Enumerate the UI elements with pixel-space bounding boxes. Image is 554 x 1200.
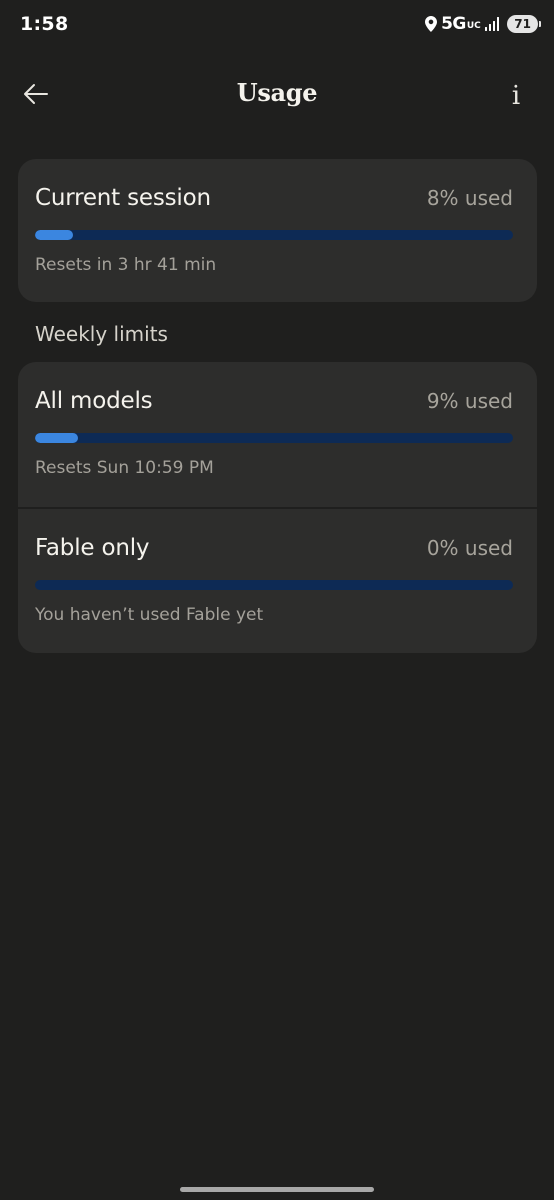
fable-only-header: Fable only 0% used: [35, 535, 513, 561]
page-title: Usage: [236, 78, 318, 107]
current-session-progress-track: [35, 230, 513, 240]
all-models-reset: Resets Sun 10:59 PM: [35, 458, 214, 478]
current-session-title: Current session: [35, 185, 211, 211]
status-icons: 5G UC 71: [425, 14, 541, 34]
all-models-title: All models: [35, 388, 153, 414]
current-session-reset: Resets in 3 hr 41 min: [35, 255, 217, 275]
fable-only-progress-track: [35, 580, 513, 590]
all-models-used: 9% used: [426, 389, 513, 413]
current-session-header: Current session 8% used: [35, 185, 513, 211]
info-button[interactable]: i: [500, 80, 532, 112]
info-icon: i: [511, 81, 521, 111]
all-models-progress-track: [35, 433, 513, 443]
current-session-used: 8% used: [426, 186, 513, 210]
current-session-progress-fill: [35, 230, 74, 240]
app-header: Usage i: [0, 68, 554, 124]
network-subtype: UC: [466, 21, 481, 31]
weekly-limits-label: Weekly limits: [35, 322, 168, 346]
all-models-header: All models 9% used: [35, 388, 513, 414]
status-bar: 1:58 5G UC 71: [0, 0, 554, 52]
network-type: 5G: [441, 14, 466, 34]
location-pin-icon: [425, 16, 438, 32]
fable-only-used: 0% used: [426, 536, 513, 560]
home-indicator[interactable]: [180, 1187, 374, 1192]
all-models-progress-fill: [35, 433, 79, 443]
status-time: 1:58: [20, 13, 69, 35]
fable-only-title: Fable only: [35, 535, 150, 561]
current-session-card: Current session 8% used Resets in 3 hr 4…: [18, 159, 537, 302]
all-models-card: All models 9% used Resets Sun 10:59 PM: [18, 362, 537, 507]
fable-only-status: You haven’t used Fable yet: [35, 605, 264, 625]
signal-bars-icon: [484, 17, 500, 31]
fable-only-card: Fable only 0% used You haven’t used Fabl…: [18, 509, 537, 653]
battery-indicator: 71: [507, 15, 541, 33]
